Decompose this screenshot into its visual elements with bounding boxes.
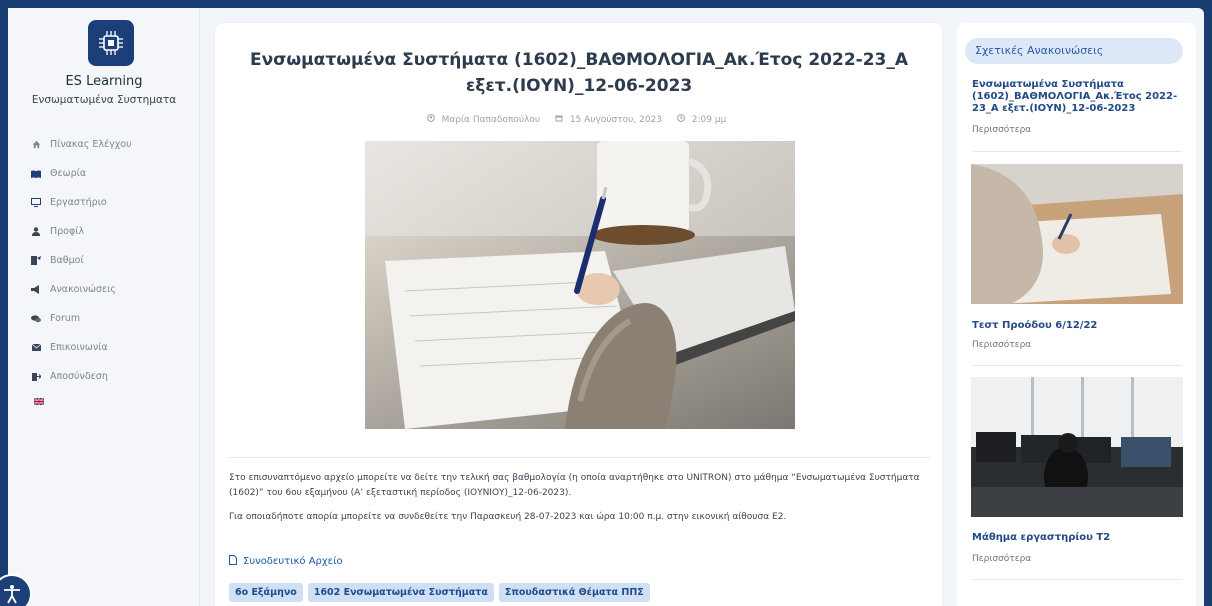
attachment-link[interactable]: Συνοδευτικό Αρχείο [229,555,343,568]
sidebar-item-logout[interactable]: Αποσύνδεση [28,362,132,391]
post-time: 2:09 μμ [691,115,727,125]
sidebar-item-theory[interactable]: Θεωρία [28,159,132,188]
post-title: Ενσωματωμένα Συστήματα (1602)_ΒΑΘΜΟΛΟΓΙΑ… [249,50,909,96]
file-icon [229,555,237,568]
tag-list: 6ο Εξάμηνο 1602 Ενσωματωμένα Συστήματα Σ… [229,583,650,602]
related-separator [972,579,1182,580]
tag[interactable]: 6ο Εξάμηνο [229,583,303,602]
related-item-title[interactable]: Μάθημα εργαστηρίου Τ2 [972,532,1184,544]
post-date: 15 Αυγούστου, 2023 [569,115,663,125]
sidebar-item-lab[interactable]: Εργαστήριο [28,188,132,217]
logout-icon [28,372,44,381]
related-panel: Σχετικές Ανακοινώσεις Ενσωματωμένα Συστή… [957,23,1196,606]
grades-icon [28,256,44,265]
sidebar-item-grades[interactable]: Βαθμοί [28,246,132,275]
home-icon [28,140,44,149]
date-meta: 15 Αυγούστου, 2023 [555,115,669,125]
post-paragraph: Για οποιαδήποτε απορία μπορείτε να συνδε… [229,512,787,522]
sidebar-item-label: Προφίλ [50,226,85,237]
calendar-icon [555,115,563,122]
author-meta: Μαρία Παπαδοπούλου [426,114,547,125]
related-heading: Σχετικές Ανακοινώσεις [965,38,1183,64]
post-meta: Μαρία Παπαδοπούλου 15 Αυγούστου, 2023 2:… [215,114,942,125]
tag[interactable]: 1602 Ενσωματωμένα Συστήματα [307,583,494,602]
sidebar-item-label: Εργαστήριο [50,197,107,208]
post-hero-image [365,141,795,429]
site-logo[interactable] [88,20,134,66]
author-icon [426,114,435,122]
related-item-image[interactable] [971,164,1183,304]
content-divider [229,457,930,458]
sidebar-item-label: Θεωρία [50,168,87,179]
sidebar-item-label: Βαθμοί [50,255,84,266]
sidebar-item-forum[interactable]: Forum [28,304,132,333]
site-name: ES Learning [65,74,143,89]
sidebar-item-contact[interactable]: Επικοινωνία [28,333,132,362]
sidebar-nav: Πίνακας Ελέγχου Θεωρία Εργαστήριο Προφίλ… [28,130,132,391]
attachment-label: Συνοδευτικό Αρχείο [243,556,343,567]
related-item-more-link[interactable]: Περισσότερα [972,340,1031,350]
post-body: Στο επισυναπτόμενο αρχείο μπορείτε να δε… [229,471,929,534]
related-item-more-link[interactable]: Περισσότερα [972,554,1031,564]
sidebar-item-announcements[interactable]: Ανακοινώσεις [28,275,132,304]
site-subtitle: Ενσωματωμένα Συστηματα [31,94,177,106]
sidebar-item-dashboard[interactable]: Πίνακας Ελέγχου [28,130,132,159]
post-author: Μαρία Παπαδοπούλου [441,115,541,125]
related-separator [972,365,1182,366]
chat-icon [28,314,44,323]
sidebar: ES Learning Ενσωματωμένα Συστηματα Πίνακ… [8,8,200,606]
accessibility-icon [4,585,20,604]
envelope-icon [28,344,44,351]
sidebar-item-label: Forum [50,313,81,324]
clock-icon [676,114,685,122]
sidebar-item-profile[interactable]: Προφίλ [28,217,132,246]
sidebar-item-label: Πίνακας Ελέγχου [50,139,132,150]
time-meta: 2:09 μμ [676,114,730,125]
related-item-title[interactable]: Ενσωματωμένα Συστήματα (1602)_ΒΑΘΜΟΛΟΓΙΑ… [972,79,1184,115]
related-item-image[interactable] [971,377,1183,517]
related-separator [972,151,1182,152]
user-icon [28,227,44,236]
sidebar-item-label: Αποσύνδεση [50,371,108,382]
book-icon [28,170,44,178]
related-item-more-link[interactable]: Περισσότερα [972,125,1031,135]
post-card: Ενσωματωμένα Συστήματα (1602)_ΒΑΘΜΟΛΟΓΙΑ… [215,23,942,606]
related-item-title[interactable]: Τεστ Προόδου 6/12/22 [972,320,1184,332]
megaphone-icon [28,285,44,294]
chip-icon [99,31,123,55]
sidebar-item-label: Επικοινωνία [50,342,108,353]
post-paragraph: Στο επισυναπτόμενο αρχείο μπορείτε να δε… [229,473,920,498]
tag[interactable]: Σπουδαστικά Θέματα ΠΠΣ [498,583,650,602]
language-flag-icon[interactable] [34,398,44,405]
monitor-icon [28,198,44,207]
sidebar-item-label: Ανακοινώσεις [50,284,116,295]
